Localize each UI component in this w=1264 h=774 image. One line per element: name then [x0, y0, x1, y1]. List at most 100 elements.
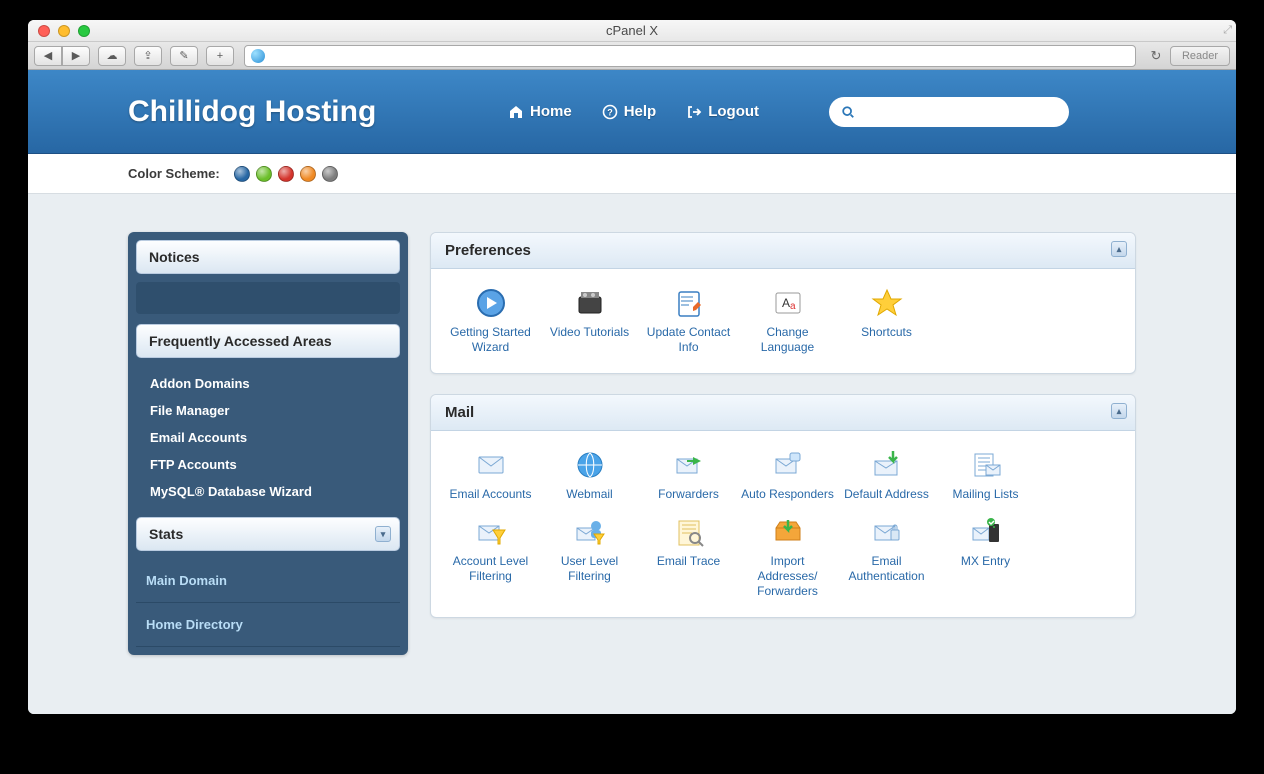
item-label: Getting Started Wizard — [443, 325, 538, 355]
item-label: Default Address — [839, 487, 934, 502]
panel-mail-body: Email Accounts Webmail Forwarders Auto Resp… — [431, 431, 1135, 617]
sidebar-stats-list: Main DomainHome Directory — [136, 559, 400, 647]
page-content: Chillidog Hosting Home ? Help Logout — [28, 70, 1236, 714]
item-label: Mailing Lists — [938, 487, 1033, 502]
panel-item[interactable]: Getting Started Wizard — [441, 285, 540, 363]
sidebar-item[interactable]: FTP Accounts — [146, 451, 390, 478]
item-icon — [970, 516, 1002, 548]
close-window-button[interactable] — [38, 25, 50, 37]
sidebar-item[interactable]: Addon Domains — [146, 370, 390, 397]
collapse-icon[interactable]: ▾ — [375, 526, 391, 542]
icloud-button[interactable]: ☁ — [98, 46, 126, 66]
panel-item[interactable]: Import Addresses/ Forwarders — [738, 514, 837, 607]
address-bar[interactable] — [244, 45, 1136, 67]
brush-button[interactable]: ✎ — [170, 46, 198, 66]
color-scheme-bar: Color Scheme: — [28, 154, 1236, 194]
item-label: Auto Responders — [740, 487, 835, 502]
item-label: Webmail — [542, 487, 637, 502]
item-icon — [475, 516, 507, 548]
panel-item[interactable]: Aa Change Language — [738, 285, 837, 363]
sidebar-item[interactable]: File Manager — [146, 397, 390, 424]
panel-item[interactable]: Mailing Lists — [936, 447, 1035, 510]
panel-item[interactable]: Email Trace — [639, 514, 738, 607]
nav-home[interactable]: Home — [508, 103, 572, 120]
search-input[interactable] — [861, 104, 1057, 119]
item-label: Update Contact Info — [641, 325, 736, 355]
resize-icon[interactable]: ⤢ — [1223, 24, 1232, 37]
item-label: Email Accounts — [443, 487, 538, 502]
item-label: Forwarders — [641, 487, 736, 502]
panel-item[interactable]: Account Level Filtering — [441, 514, 540, 607]
item-icon: Aa — [772, 287, 804, 319]
sidebar-stats-header[interactable]: Stats ▾ — [136, 517, 400, 551]
traffic-lights — [38, 25, 90, 37]
color-scheme-dot-4[interactable] — [322, 166, 338, 182]
color-scheme-dot-3[interactable] — [300, 166, 316, 182]
reader-button[interactable]: Reader — [1170, 46, 1230, 66]
item-icon — [673, 287, 705, 319]
panel-item[interactable]: Update Contact Info — [639, 285, 738, 363]
panel-preferences-title: Preferences — [445, 242, 531, 259]
sidebar-notices-header[interactable]: Notices — [136, 240, 400, 274]
brand-title: Chillidog Hosting — [128, 95, 508, 129]
panel-preferences-header[interactable]: Preferences ▴ — [431, 233, 1135, 269]
minimize-window-button[interactable] — [58, 25, 70, 37]
home-icon — [508, 104, 524, 120]
collapse-icon[interactable]: ▴ — [1111, 403, 1127, 419]
panel-item[interactable]: Email Accounts — [441, 447, 540, 510]
panel-item[interactable]: Email Authentication — [837, 514, 936, 607]
sidebar: Notices Frequently Accessed Areas Addon … — [128, 232, 408, 655]
item-icon — [475, 287, 507, 319]
item-icon — [871, 449, 903, 481]
item-icon — [970, 449, 1002, 481]
svg-text:?: ? — [607, 107, 613, 117]
nav-home-label: Home — [530, 103, 572, 120]
color-scheme-label: Color Scheme: — [128, 166, 220, 181]
item-icon — [475, 449, 507, 481]
panel-item[interactable]: Auto Responders — [738, 447, 837, 510]
item-label: Email Trace — [641, 554, 736, 569]
item-icon — [574, 449, 606, 481]
color-scheme-dot-0[interactable] — [234, 166, 250, 182]
item-label: Account Level Filtering — [443, 554, 538, 584]
nav-help[interactable]: ? Help — [602, 103, 657, 120]
sidebar-item[interactable]: MySQL® Database Wizard — [146, 478, 390, 505]
sidebar-stat-item[interactable]: Home Directory — [136, 603, 400, 647]
panel-preferences: Preferences ▴ Getting Started WizardVide… — [430, 232, 1136, 374]
search-icon — [841, 105, 855, 119]
item-label: Shortcuts — [839, 325, 934, 340]
sidebar-stat-item[interactable]: Main Domain — [136, 559, 400, 603]
item-icon — [574, 516, 606, 548]
sidebar-freq-header[interactable]: Frequently Accessed Areas — [136, 324, 400, 358]
share-button[interactable]: ⇪ — [134, 46, 162, 66]
panel-item[interactable]: User Level Filtering — [540, 514, 639, 607]
sidebar-item[interactable]: Email Accounts — [146, 424, 390, 451]
color-scheme-dot-2[interactable] — [278, 166, 294, 182]
panel-item[interactable]: Default Address — [837, 447, 936, 510]
item-icon — [673, 449, 705, 481]
panel-item[interactable]: MX Entry — [936, 514, 1035, 607]
panel-item[interactable]: Shortcuts — [837, 285, 936, 363]
item-label: Change Language — [740, 325, 835, 355]
panel-item[interactable]: Forwarders — [639, 447, 738, 510]
sidebar-freq-list: Addon DomainsFile ManagerEmail AccountsF… — [136, 366, 400, 517]
item-label: Email Authentication — [839, 554, 934, 584]
back-button[interactable]: ◀ — [34, 46, 62, 66]
panel-item[interactable]: Video Tutorials — [540, 285, 639, 363]
item-icon — [673, 516, 705, 548]
color-scheme-dot-1[interactable] — [256, 166, 272, 182]
titlebar: cPanel X ⤢ — [28, 20, 1236, 42]
zoom-window-button[interactable] — [78, 25, 90, 37]
panel-mail-title: Mail — [445, 404, 474, 421]
search-box[interactable] — [829, 97, 1069, 127]
panel-item[interactable]: Webmail — [540, 447, 639, 510]
item-label: User Level Filtering — [542, 554, 637, 584]
forward-button[interactable]: ▶ — [62, 46, 90, 66]
add-button[interactable]: + — [206, 46, 234, 66]
collapse-icon[interactable]: ▴ — [1111, 241, 1127, 257]
item-icon — [574, 287, 606, 319]
svg-text:A: A — [782, 296, 790, 310]
reload-button[interactable]: ↻ — [1146, 48, 1166, 64]
panel-mail-header[interactable]: Mail ▴ — [431, 395, 1135, 431]
nav-logout[interactable]: Logout — [686, 103, 759, 120]
